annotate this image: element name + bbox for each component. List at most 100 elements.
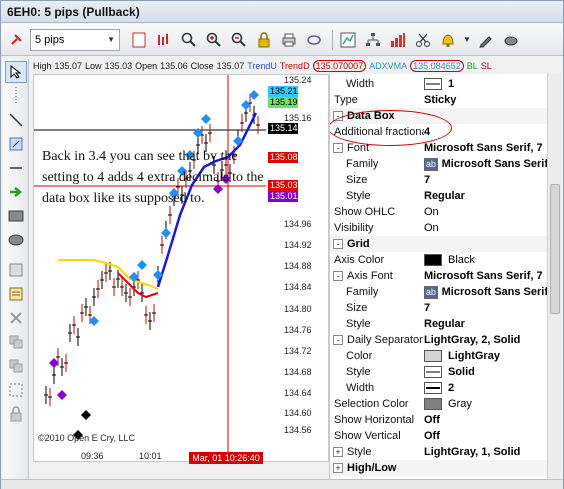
property-value-text: LightGray bbox=[448, 350, 500, 362]
property-value[interactable]: 1 bbox=[424, 78, 547, 90]
bell-icon[interactable] bbox=[437, 29, 459, 51]
property-value[interactable]: Microsoft Sans Serif, 7 bbox=[424, 270, 547, 282]
chart-color-icon[interactable] bbox=[337, 29, 359, 51]
property-row[interactable]: Axis Color Black bbox=[330, 252, 547, 268]
note-icon[interactable] bbox=[5, 133, 27, 155]
property-value[interactable]: Regular bbox=[424, 318, 547, 330]
annotation-text: Back in 3.4 you can see that by the sett… bbox=[42, 149, 264, 206]
property-row[interactable]: Family ab Microsoft Sans Serif bbox=[330, 156, 547, 172]
price-chart[interactable]: Back in 3.4 you can see that by the sett… bbox=[33, 74, 329, 463]
property-row[interactable]: Show Vertical Off bbox=[330, 428, 547, 444]
collapse-icon[interactable]: - bbox=[333, 239, 343, 249]
property-category[interactable]: - Grid bbox=[330, 236, 547, 252]
property-value[interactable]: Sticky bbox=[424, 94, 547, 106]
property-row[interactable]: Family ab Microsoft Sans Serif bbox=[330, 284, 547, 300]
group-icon[interactable] bbox=[5, 355, 27, 377]
collapse-icon[interactable]: - bbox=[333, 335, 343, 345]
property-value[interactable]: LightGray, 2, Solid bbox=[424, 334, 547, 346]
lock-icon[interactable] bbox=[253, 29, 275, 51]
property-value[interactable]: Solid bbox=[424, 366, 547, 378]
rectangle-icon[interactable] bbox=[5, 205, 27, 227]
scissors-icon[interactable] bbox=[412, 29, 434, 51]
property-row[interactable]: Show Horizontal Off bbox=[330, 412, 547, 428]
property-row[interactable]: Additional fractional 4 bbox=[330, 110, 547, 146]
property-row[interactable]: Selection Color Gray bbox=[330, 396, 547, 412]
property-key: Style bbox=[330, 318, 424, 330]
property-value[interactable]: Off bbox=[424, 430, 547, 442]
property-row[interactable]: Width 2 bbox=[330, 380, 547, 396]
bar-colors-icon[interactable] bbox=[387, 29, 409, 51]
chevron-down-icon[interactable]: ▼ bbox=[462, 29, 472, 51]
cursor-icon[interactable] bbox=[5, 61, 27, 83]
data-info-bar: High 135.07 Low 135.03 Open 135.06 Close… bbox=[33, 59, 561, 73]
expand-icon[interactable]: + bbox=[333, 463, 343, 473]
scrollbar-thumb[interactable] bbox=[550, 184, 560, 314]
property-row[interactable]: Size 7 bbox=[330, 300, 547, 316]
property-value[interactable]: ab Microsoft Sans Serif bbox=[424, 285, 547, 299]
property-row[interactable]: Size 7 bbox=[330, 172, 547, 188]
adxvma-label: ADXVMA bbox=[369, 61, 408, 71]
time-axis: 09:36 10:01 bbox=[33, 451, 329, 464]
property-value[interactable]: Off bbox=[424, 414, 547, 426]
property-value[interactable]: LightGray bbox=[424, 350, 547, 362]
close-value: 135.07 bbox=[216, 61, 245, 71]
copy-icon[interactable] bbox=[5, 331, 27, 353]
mouse-icon[interactable] bbox=[500, 29, 522, 51]
ellipse-icon[interactable] bbox=[5, 229, 27, 251]
property-value[interactable]: ab Microsoft Sans Serif bbox=[424, 157, 547, 171]
template-icon[interactable] bbox=[5, 283, 27, 305]
hierarchy-icon[interactable] bbox=[362, 29, 384, 51]
fibonacci-icon[interactable] bbox=[5, 259, 27, 281]
collapse-icon[interactable]: - bbox=[333, 271, 343, 281]
property-value[interactable]: Gray bbox=[424, 398, 547, 410]
property-key-label: Type bbox=[334, 94, 358, 106]
delete-icon[interactable] bbox=[5, 307, 27, 329]
property-row[interactable]: Style Regular bbox=[330, 316, 547, 332]
property-row[interactable]: Color LightGray bbox=[330, 348, 547, 364]
zoom-minus-icon[interactable] bbox=[228, 29, 250, 51]
property-value-text: On bbox=[424, 222, 439, 234]
properties-scrollbar[interactable] bbox=[547, 74, 561, 479]
property-row[interactable]: - Axis Font Microsoft Sans Serif, 7 bbox=[330, 268, 547, 284]
trendline-icon[interactable] bbox=[5, 109, 27, 131]
properties-grid[interactable]: Width 1 Type Sticky - Data Box Additional frac… bbox=[329, 74, 547, 479]
blank-page-icon[interactable] bbox=[128, 29, 150, 51]
property-row[interactable]: Show OHLC On bbox=[330, 204, 547, 220]
zoom-in-icon[interactable] bbox=[178, 29, 200, 51]
dotted-line-icon[interactable] bbox=[5, 85, 27, 107]
property-category[interactable]: + High/Low bbox=[330, 460, 547, 476]
property-value[interactable]: On bbox=[424, 206, 547, 218]
trend-icon[interactable] bbox=[303, 29, 325, 51]
line-style-icon bbox=[424, 382, 442, 394]
bar-chart-icon[interactable] bbox=[153, 29, 175, 51]
property-value[interactable]: 2 bbox=[424, 382, 547, 394]
printer-icon[interactable] bbox=[278, 29, 300, 51]
property-value[interactable]: 7 bbox=[424, 302, 547, 314]
property-value[interactable]: Regular bbox=[424, 190, 547, 202]
lock-drawing-icon[interactable] bbox=[5, 403, 27, 425]
property-row[interactable]: - Daily Separator LightGray, 2, Solid bbox=[330, 332, 547, 348]
pin-icon[interactable] bbox=[5, 29, 27, 51]
property-row[interactable]: Style Regular bbox=[330, 188, 547, 204]
property-value[interactable]: 7 bbox=[424, 174, 547, 186]
collapse-icon[interactable]: - bbox=[333, 143, 343, 153]
arrow-icon[interactable] bbox=[5, 181, 27, 203]
property-row[interactable]: Style Solid bbox=[330, 364, 547, 380]
property-value[interactable]: On bbox=[424, 222, 547, 234]
pencil-icon[interactable] bbox=[475, 29, 497, 51]
property-row[interactable]: - Font Microsoft Sans Serif, 7 bbox=[330, 140, 547, 156]
property-value[interactable]: LightGray, 1, Solid bbox=[424, 446, 547, 458]
property-row[interactable]: + Style LightGray, 1, Solid bbox=[330, 444, 547, 460]
property-value[interactable]: Microsoft Sans Serif, 7 bbox=[424, 142, 547, 154]
interval-select[interactable]: 5 pips ▼ bbox=[30, 28, 120, 51]
expand-icon[interactable]: + bbox=[333, 447, 343, 457]
price-axis-label: 134.60 bbox=[284, 408, 312, 418]
property-row[interactable]: Width 1 bbox=[330, 76, 547, 92]
zoom-plus-icon[interactable] bbox=[203, 29, 225, 51]
property-row[interactable]: Type Sticky bbox=[330, 92, 547, 108]
horizontal-line-icon[interactable] bbox=[5, 157, 27, 179]
close-label: Close bbox=[190, 61, 214, 71]
property-value[interactable]: Black bbox=[424, 254, 547, 266]
selection-icon[interactable] bbox=[5, 379, 27, 401]
property-row[interactable]: Visibility On bbox=[330, 220, 547, 236]
